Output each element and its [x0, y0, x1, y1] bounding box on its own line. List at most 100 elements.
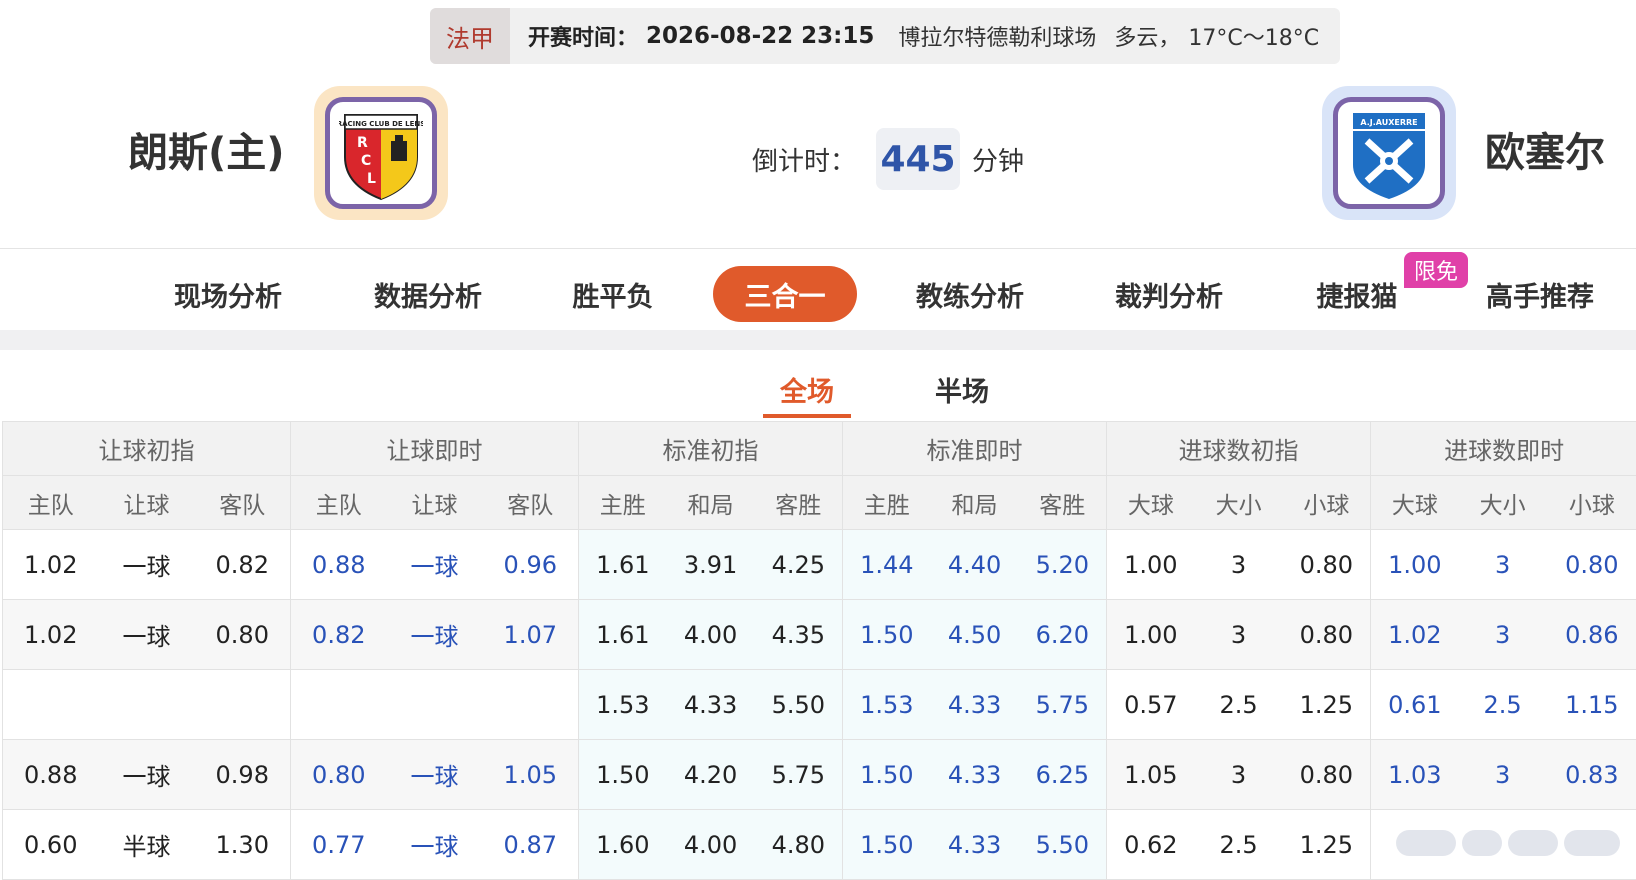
odds-cell: 1.50	[578, 739, 667, 810]
column-header: 和局	[930, 475, 1019, 530]
odds-cell: 1.02	[1370, 599, 1459, 670]
column-header: 大球	[1106, 475, 1195, 530]
odds-cell: 1.60	[578, 809, 667, 880]
group-header: 让球即时	[290, 421, 580, 476]
tab-referee-analysis[interactable]: 裁判分析	[1101, 266, 1237, 322]
column-header: 大小	[1194, 475, 1283, 530]
odds-cell: 0.57	[1106, 669, 1195, 740]
column-header: 客胜	[754, 475, 844, 530]
odds-cell	[98, 669, 195, 740]
odds-cell: 1.02	[2, 599, 99, 670]
odds-cell: 5.50	[754, 669, 844, 740]
odds-cell: 4.33	[930, 669, 1019, 740]
tab-expert-picks[interactable]: 高手推荐	[1472, 266, 1608, 322]
venue: 博拉尔特德勒利球场	[898, 26, 1097, 51]
divider	[0, 248, 1636, 249]
odds-cell: 3	[1458, 739, 1547, 810]
subtab-half-time[interactable]: 半场	[935, 370, 989, 409]
odds-cell: 0.86	[1546, 599, 1636, 670]
odds-cell: 1.15	[1546, 669, 1636, 740]
odds-cell: 5.20	[1018, 529, 1108, 600]
column-header: 主队	[290, 475, 387, 530]
kickoff-time: 2026-08-22 23:15	[646, 23, 875, 49]
tab-win-draw-lose[interactable]: 胜平负	[560, 266, 666, 322]
countdown-unit: 分钟	[972, 146, 1025, 177]
tab-three-in-one[interactable]: 三合一	[713, 266, 857, 322]
odds-cell: 一球	[98, 599, 195, 670]
rc-lens-crest-icon: RACING CLUB DE LENS R C L	[339, 114, 423, 201]
table-sub-header-row: 主队 让球 客队 主队 让球 客队 主胜 和局 客胜 主胜 和局 客胜 大球 大小 小球 大球 大小 小球	[2, 475, 1636, 530]
odds-cell: 1.50	[842, 809, 931, 880]
odds-cell: 0.61	[1370, 669, 1459, 740]
column-header: 客胜	[1018, 475, 1108, 530]
kickoff-label: 开赛时间：	[528, 26, 639, 51]
odds-cell: 1.25	[1282, 669, 1372, 740]
odds-cell: 0.80	[1282, 739, 1372, 810]
odds-cell: 0.98	[194, 739, 292, 810]
odds-cell: 4.33	[930, 809, 1019, 880]
analysis-nav: 现场分析 数据分析 胜平负 三合一 教练分析 裁判分析 捷报猫 高手推荐	[0, 258, 1636, 330]
odds-cell: 4.00	[666, 599, 755, 670]
countdown-value: 445	[876, 128, 961, 190]
odds-cell: 0.80	[1282, 599, 1372, 670]
tab-live-analysis[interactable]: 现场分析	[160, 266, 296, 322]
aj-auxerre-crest-icon: A.J.AUXERRE	[1353, 113, 1425, 199]
odds-cell: 1.03	[1370, 739, 1459, 810]
away-team-name[interactable]: 欧塞尔	[1485, 120, 1605, 178]
section-spacer	[0, 330, 1636, 350]
odds-cell: 0.62	[1106, 809, 1195, 880]
column-header: 主胜	[842, 475, 931, 530]
odds-cell: 1.00	[1370, 529, 1459, 600]
odds-cell: 1.25	[1282, 809, 1372, 880]
odds-cell: 1.05	[482, 739, 580, 810]
odds-cell: 一球	[386, 739, 483, 810]
odds-cell: 2.5	[1458, 669, 1547, 740]
away-team-logo[interactable]: A.J.AUXERRE	[1322, 86, 1456, 220]
odds-cell: 1.50	[842, 599, 931, 670]
free-badge: 限免	[1404, 252, 1469, 288]
odds-cell: 0.82	[194, 529, 292, 600]
group-header: 进球数即时	[1370, 421, 1636, 476]
svg-text:RACING CLUB DE LENS: RACING CLUB DE LENS	[339, 120, 423, 128]
odds-cell: 1.30	[194, 809, 292, 880]
odds-cell: 0.80	[1282, 529, 1372, 600]
odds-cell: 一球	[98, 739, 195, 810]
odds-table: 让球初指 让球即时 标准初指 标准即时 进球数初指 进球数即时 主队 让球 客队 主队…	[1, 421, 1636, 880]
odds-cell: 4.25	[754, 529, 844, 600]
odds-cell: 3	[1194, 599, 1283, 670]
odds-cell: 1.00	[1106, 599, 1195, 670]
home-team-logo[interactable]: RACING CLUB DE LENS R C L	[314, 86, 448, 220]
column-header: 主队	[2, 475, 99, 530]
odds-cell: 5.75	[1018, 669, 1108, 740]
temperature: 17°C～18°C	[1188, 26, 1320, 51]
odds-cell: 0.80	[290, 739, 387, 810]
odds-cell: 1.50	[842, 739, 931, 810]
odds-cell: 半球	[98, 809, 195, 880]
odds-cell: 一球	[386, 529, 483, 600]
odds-cell: 1.02	[2, 529, 99, 600]
countdown: 倒计时： 445 分钟	[752, 128, 1024, 190]
odds-cell: 0.87	[482, 809, 580, 880]
subtab-full-time[interactable]: 全场	[780, 370, 834, 409]
svg-text:L: L	[367, 171, 376, 187]
home-team-name[interactable]: 朗斯(主)	[128, 120, 285, 178]
svg-text:C: C	[361, 153, 371, 169]
odds-cell: 0.80	[194, 599, 292, 670]
odds-cell: 0.88	[290, 529, 387, 600]
subtab-active-indicator	[763, 414, 851, 418]
odds-cell: 4.80	[754, 809, 844, 880]
column-header: 客队	[482, 475, 580, 530]
svg-text:R: R	[357, 135, 368, 151]
group-header: 标准初指	[578, 421, 844, 476]
odds-cell: 1.53	[842, 669, 931, 740]
odds-cell: 一球	[386, 599, 483, 670]
league-label[interactable]: 法甲	[430, 8, 510, 64]
odds-cell: 4.33	[666, 669, 755, 740]
odds-cell: 1.53	[578, 669, 667, 740]
tab-coach-analysis[interactable]: 教练分析	[902, 266, 1038, 322]
tab-jiebao-cat[interactable]: 捷报猫	[1304, 266, 1410, 322]
tab-data-analysis[interactable]: 数据分析	[360, 266, 496, 322]
column-header: 小球	[1546, 475, 1636, 530]
odds-cell: 4.40	[930, 529, 1019, 600]
odds-cell: 一球	[386, 809, 483, 880]
